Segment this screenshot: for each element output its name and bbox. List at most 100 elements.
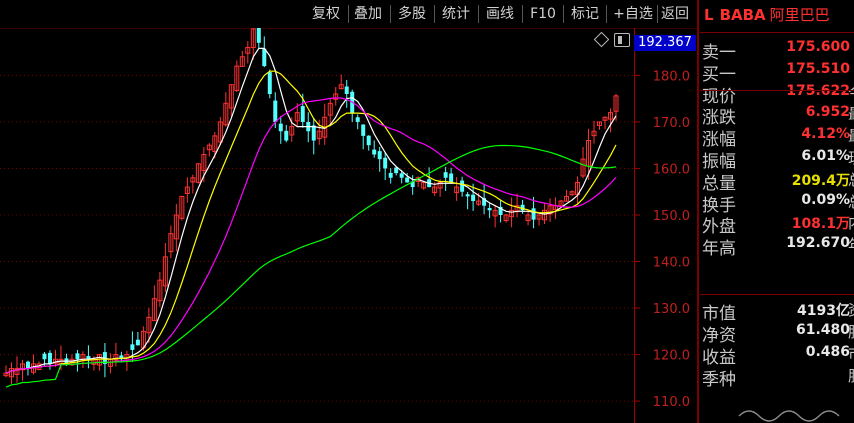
quote-row-quote-7: 换手0.09%总 (702, 191, 854, 216)
candle-body (130, 344, 135, 350)
quote-tail: 总 (848, 169, 854, 190)
quote-row-quote-2: 现价175.622今 (702, 82, 854, 107)
y-tick-label: 140.0 (653, 256, 690, 271)
toolbar-button-4[interactable]: 画线 (480, 2, 520, 26)
candle-body (460, 180, 465, 192)
quote-tail: 资 (848, 299, 854, 320)
candle-body (399, 173, 404, 178)
quote-panel: L BABA阿里巴巴 卖一175.600买一175.510现价175.622今涨跌… (700, 0, 854, 423)
panel-toggle-icon[interactable] (614, 33, 630, 47)
toolbar-separator (563, 5, 564, 23)
quote-separator (700, 90, 854, 91)
toolbar-button-3[interactable]: 统计 (436, 2, 476, 26)
quote-value: 108.1万 (791, 216, 850, 233)
toolbar-button-6[interactable]: 标记 (566, 2, 604, 26)
quote-tail: 股 (848, 365, 854, 386)
quote-tail: 总 (848, 191, 854, 212)
panel-divider (697, 0, 699, 423)
stock-header[interactable]: L BABA 阿里巴巴 (704, 4, 830, 25)
toolbar-button-2[interactable]: 多股 (392, 2, 432, 26)
quote-tail: 今 (848, 82, 854, 103)
candle-body (377, 151, 382, 160)
quote-separator (700, 294, 854, 295)
quote-label: 年高 (702, 239, 736, 260)
y-tick-label: 150.0 (653, 209, 690, 224)
quote-row-fundamentals-1: 净资61.480股 (702, 321, 854, 346)
quote-row-quote-0: 卖一 175.600 (702, 38, 854, 63)
candle-body (300, 106, 305, 122)
toolbar-separator (522, 5, 523, 23)
candle-body (267, 72, 272, 94)
quote-value: 4.12% (801, 126, 850, 143)
quote-value: 192.670 (786, 235, 850, 252)
candlestick-chart[interactable]: 110.0 120.0 130.0 140.0 150.0 160.0 170.0 180.0… (0, 28, 697, 423)
ma-line-5 (5, 47, 617, 374)
stock-symbol: BABA (719, 6, 766, 24)
candle-body (361, 124, 366, 136)
toolbar-button-8[interactable]: 返回 (655, 2, 695, 26)
candle-body (262, 48, 267, 67)
toolbar-separator (390, 5, 391, 23)
candle-body (47, 352, 52, 364)
candle-body (405, 177, 410, 183)
candle-body (487, 208, 492, 211)
candle-body (278, 123, 283, 132)
peak-label: 192.670 (267, 28, 321, 29)
toolbar-separator (606, 5, 607, 23)
quote-tail: 股 (848, 321, 854, 342)
candle-body (372, 149, 377, 155)
toolbar-separator (478, 5, 479, 23)
quote-value: 4193亿 (797, 303, 850, 319)
candle-body (284, 130, 289, 141)
y-tick-label: 130.0 (653, 302, 690, 317)
quote-row-quote-4: 涨幅4.12%最 (702, 125, 854, 150)
ma-line-60 (5, 144, 617, 388)
watermark-logo (738, 410, 840, 422)
quote-value: 0.09% (801, 191, 850, 208)
quote-tail: 年 (848, 234, 854, 255)
candle-body (42, 353, 47, 360)
candle-body (531, 208, 536, 220)
candle-body (383, 157, 388, 169)
toolbar-button-7[interactable]: +自选 (611, 2, 655, 26)
quote-tail: 最 (848, 103, 854, 124)
y-tick-label: 110.0 (653, 395, 690, 410)
quote-row-fundamentals-3: 季种 股 (702, 365, 854, 390)
quote-tail: 内 (848, 212, 854, 233)
toolbar-separator (434, 5, 435, 23)
toolbar-button-0[interactable]: 复权 (306, 2, 346, 26)
chart-toolbar: 复权 叠加 多股 统计 画线 F10 标记 +自选 返回 (0, 0, 697, 29)
quote-value: 209.4万 (791, 172, 850, 189)
candle-body (449, 173, 454, 183)
candle-body (366, 135, 371, 146)
quote-tail: 市 (848, 343, 854, 364)
quote-label: 季种 (702, 370, 736, 390)
toolbar-button-1[interactable]: 叠加 (348, 2, 388, 26)
quote-tail: 最 (848, 125, 854, 146)
quote-row-fundamentals-2: 收益0.486市 (702, 343, 854, 368)
candle-body (256, 28, 261, 43)
candle-body (75, 353, 80, 360)
quote-row-quote-6: 总量209.4万总 (702, 169, 854, 194)
quote-value: 0.486 (805, 344, 850, 360)
candle-body (465, 194, 470, 197)
current-high-price-tag: 192.367 (634, 35, 696, 51)
ma-line-20 (5, 97, 617, 374)
quote-row-quote-5: 振幅6.01%现 (702, 147, 854, 172)
candle-body (135, 339, 140, 346)
y-tick-label: 160.0 (653, 162, 690, 177)
ma-line-10 (5, 70, 617, 374)
toolbar-button-5[interactable]: F10 (525, 2, 561, 26)
price-axis-line (634, 28, 635, 423)
quote-value: 6.952 (805, 104, 850, 121)
quote-row-quote-1: 买一 175.510 (702, 60, 854, 85)
stock-name: 阿里巴巴 (769, 6, 830, 24)
candle-body (344, 86, 349, 94)
quote-value: 61.480 (795, 322, 850, 338)
candle-body (443, 172, 448, 178)
candle-body (388, 172, 393, 178)
quote-row-quote-9: 年高 192.670年 (702, 234, 854, 259)
stock-mark: L (704, 6, 714, 24)
quote-separator (700, 32, 854, 33)
y-tick-label: 120.0 (653, 349, 690, 364)
